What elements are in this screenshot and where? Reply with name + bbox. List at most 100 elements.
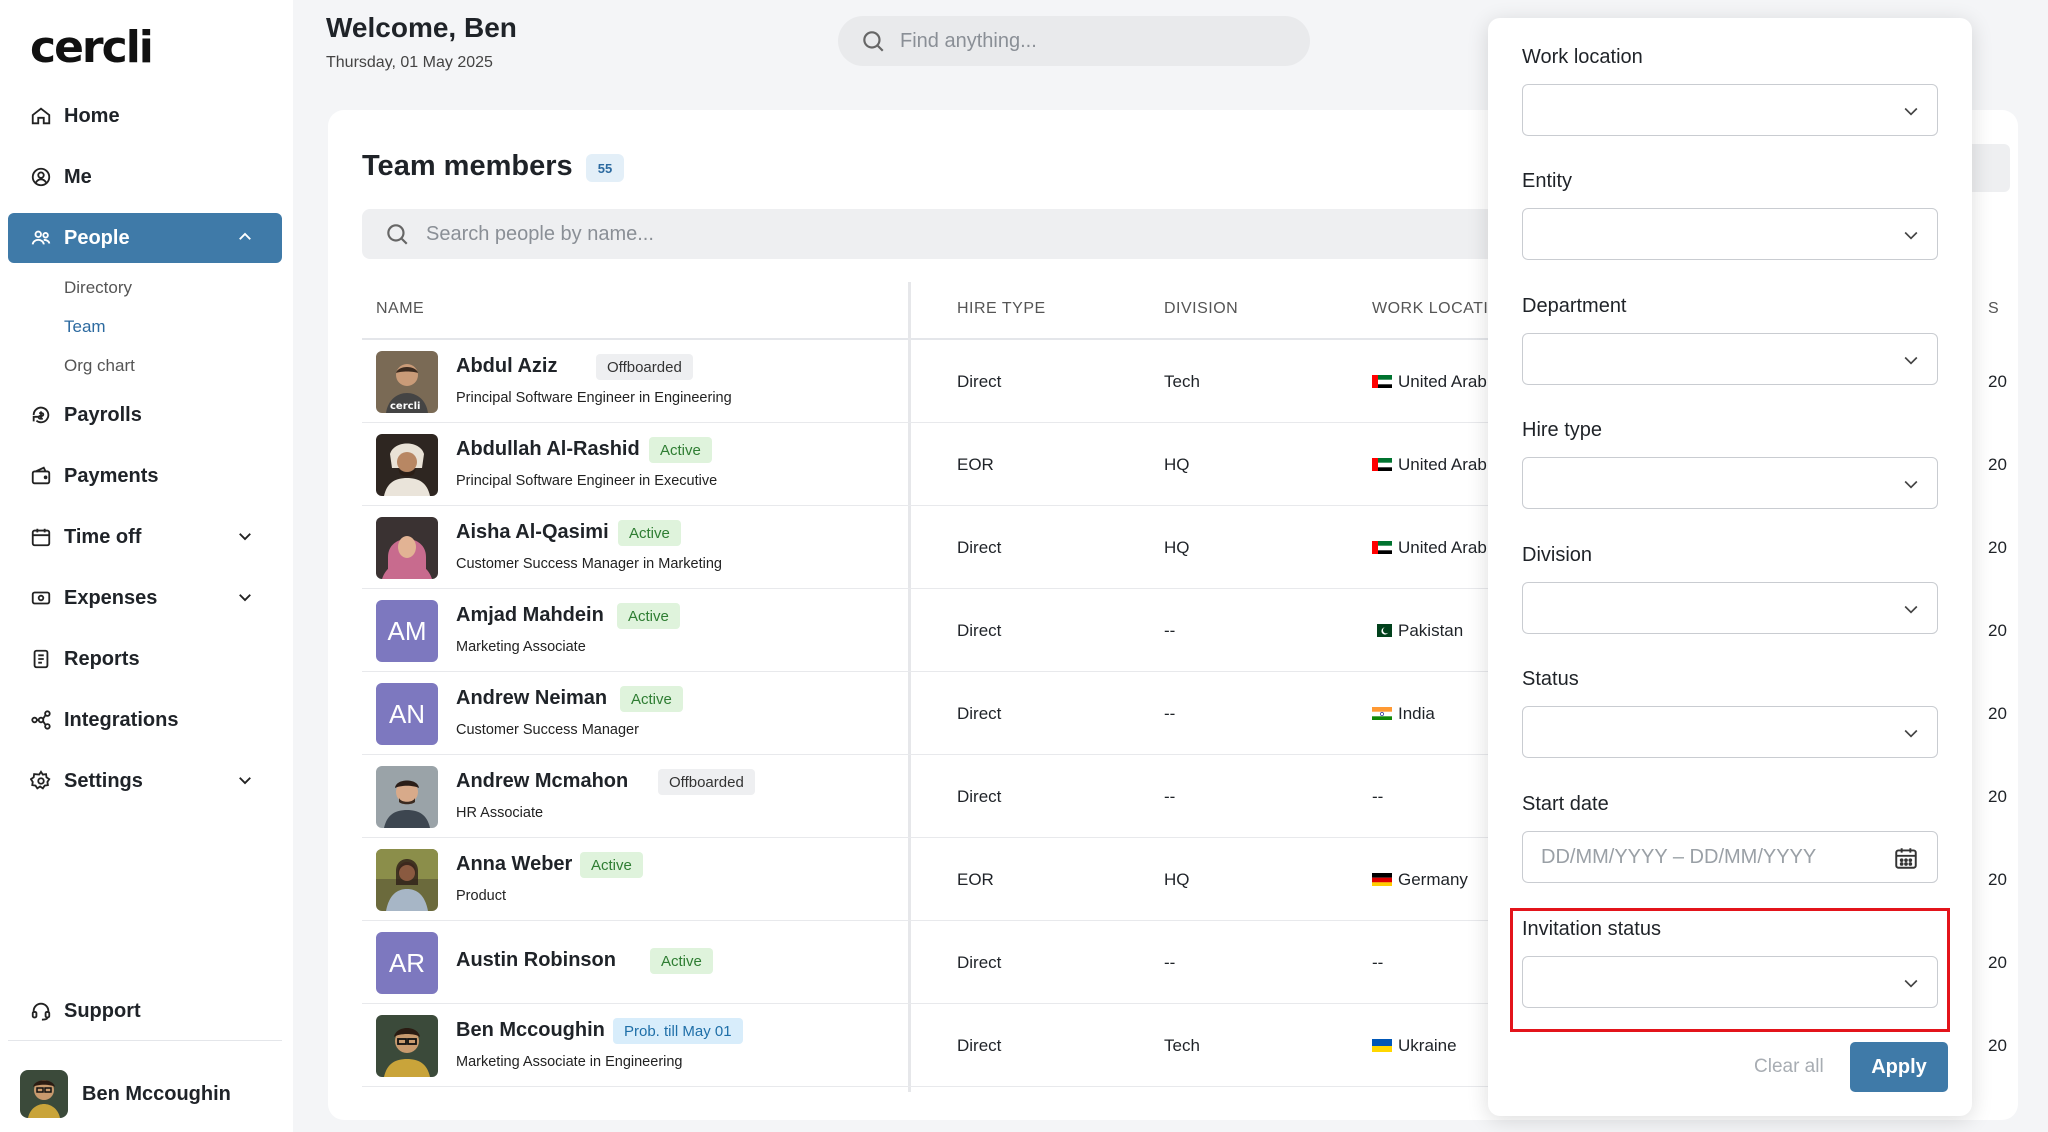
sidebar-item-reports[interactable]: Reports — [8, 634, 282, 684]
member-name[interactable]: Andrew Neiman — [456, 687, 607, 710]
gear-icon — [30, 770, 52, 792]
start-date-cell: 20 — [1988, 704, 2007, 723]
chevron-down-icon[interactable] — [236, 588, 254, 606]
filter-label-work-location: Work location — [1522, 46, 1643, 68]
member-role: Customer Success Manager — [456, 722, 639, 738]
user-circle-icon — [30, 166, 52, 188]
date-range-placeholder: DD/MM/YYYY – DD/MM/YYYY — [1541, 845, 1817, 868]
column-header-name[interactable]: NAME — [376, 300, 424, 318]
location-name: Pakistan — [1398, 621, 1464, 640]
sidebar-item-label: Payments — [64, 464, 159, 487]
germany-flag-icon — [1372, 872, 1392, 886]
invitation-status-select[interactable] — [1522, 956, 1938, 1008]
location-cell: Pakistan — [1372, 621, 1463, 641]
logo[interactable]: cercli — [30, 22, 154, 73]
chevron-down-icon[interactable] — [236, 527, 254, 545]
chevron-up-icon[interactable] — [236, 228, 254, 246]
sidebar-item-integrations[interactable]: Integrations — [8, 695, 282, 745]
sidebar-item-people[interactable]: People — [8, 213, 282, 263]
global-search-input[interactable]: Find anything... — [838, 16, 1310, 66]
clear-all-button[interactable]: Clear all — [1754, 1056, 1824, 1078]
division-cell: HQ — [1164, 870, 1190, 889]
sidebar-item-payments[interactable]: Payments — [8, 451, 282, 501]
member-name[interactable]: Amjad Mahdein — [456, 604, 604, 627]
global-search-placeholder: Find anything... — [900, 29, 1037, 52]
column-header-hire-type[interactable]: HIRE TYPE — [957, 300, 1046, 318]
status-badge: Active — [649, 437, 712, 463]
filter-label-division: Division — [1522, 544, 1593, 566]
chevron-down-icon — [1904, 356, 1918, 365]
avatar — [376, 849, 438, 911]
sidebar-item-label: Integrations — [64, 708, 179, 731]
start-date-cell: 20 — [1988, 538, 2007, 557]
sidebar-item-payrolls[interactable]: Payrolls — [8, 390, 282, 440]
status-badge: Active — [617, 603, 680, 629]
member-name[interactable]: Andrew Mcmahon — [456, 770, 628, 793]
member-name[interactable]: Abdul Aziz — [456, 355, 557, 378]
sidebar-item-label: Settings — [64, 769, 143, 792]
member-role: HR Associate — [456, 805, 544, 821]
start-date-cell: 20 — [1988, 1036, 2007, 1055]
people-search-input[interactable]: Search people by name... — [362, 209, 1562, 259]
division-cell: -- — [1164, 953, 1176, 972]
member-name[interactable]: Abdullah Al-Rashid — [456, 438, 640, 461]
member-name[interactable]: Aisha Al-Qasimi — [456, 521, 609, 544]
filter-label-hire-type: Hire type — [1522, 419, 1603, 441]
column-header-start[interactable]: S — [1988, 300, 1999, 318]
department-select[interactable] — [1522, 333, 1938, 385]
sidebar-sub-team[interactable]: Team — [64, 317, 106, 337]
sidebar-sub-directory[interactable]: Directory — [64, 278, 132, 298]
sidebar-item-label: Me — [64, 165, 92, 188]
integrations-icon — [30, 709, 52, 731]
payroll-icon — [30, 404, 52, 426]
status-badge: Offboarded — [596, 354, 693, 380]
chevron-down-icon — [1904, 605, 1918, 614]
division-select[interactable] — [1522, 582, 1938, 634]
status-select[interactable] — [1522, 706, 1938, 758]
chevron-down-icon — [1904, 231, 1918, 240]
hire-type-cell: Direct — [957, 953, 1002, 972]
filter-label-status: Status — [1522, 668, 1579, 690]
start-date-cell: 20 — [1988, 870, 2007, 889]
wallet-icon — [30, 465, 52, 487]
entity-select[interactable] — [1522, 208, 1938, 260]
status-badge: Active — [620, 686, 683, 712]
division-cell: HQ — [1164, 538, 1190, 557]
status-badge: Active — [650, 948, 713, 974]
uae-flag-icon — [1372, 540, 1392, 554]
calendar-icon[interactable] — [1893, 845, 1919, 871]
sidebar-item-support[interactable]: Support — [8, 986, 282, 1036]
column-header-division[interactable]: DIVISION — [1164, 300, 1238, 318]
member-role: Principal Software Engineer in Executive — [456, 473, 718, 489]
division-cell: -- — [1164, 704, 1176, 723]
sidebar-divider — [8, 1040, 282, 1041]
page-title: Welcome, Ben — [326, 12, 517, 43]
sidebar-item-settings[interactable]: Settings — [8, 756, 282, 806]
sidebar: cercli Home Me People Directory Team Org… — [0, 0, 293, 1132]
member-name[interactable]: Anna Weber — [456, 853, 572, 876]
member-name[interactable]: Austin Robinson — [456, 949, 616, 972]
current-user[interactable]: Ben Mccoughin — [20, 1070, 231, 1118]
start-date-cell: 20 — [1988, 455, 2007, 474]
sidebar-item-me[interactable]: Me — [8, 152, 282, 202]
chevron-down-icon[interactable] — [236, 771, 254, 789]
sidebar-sub-org-chart[interactable]: Org chart — [64, 356, 135, 376]
hire-type-cell: EOR — [957, 870, 994, 889]
sidebar-item-time-off[interactable]: Time off — [8, 512, 282, 562]
location-name: Ukraine — [1398, 1036, 1457, 1055]
member-count-badge: 55 — [586, 154, 624, 182]
hire-type-cell: Direct — [957, 1036, 1002, 1055]
sidebar-item-home[interactable]: Home — [8, 91, 282, 141]
hire-type-select[interactable] — [1522, 457, 1938, 509]
start-date-range-input[interactable]: DD/MM/YYYY – DD/MM/YYYY — [1522, 831, 1938, 883]
work-location-select[interactable] — [1522, 84, 1938, 136]
apply-button[interactable]: Apply — [1850, 1042, 1948, 1092]
avatar — [376, 1015, 438, 1077]
sidebar-item-expenses[interactable]: Expenses — [8, 573, 282, 623]
division-cell: -- — [1164, 621, 1176, 640]
member-role: Principal Software Engineer in Engineeri… — [456, 390, 732, 406]
avatar-initials: AN — [376, 683, 438, 745]
member-role: Customer Success Manager in Marketing — [456, 556, 722, 572]
avatar — [376, 517, 438, 579]
member-name[interactable]: Ben Mccoughin — [456, 1019, 605, 1042]
